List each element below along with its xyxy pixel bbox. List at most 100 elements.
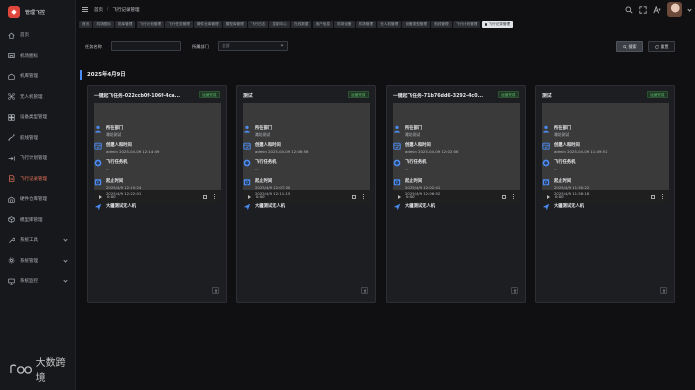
- more-icon[interactable]: [363, 194, 364, 199]
- tag-item[interactable]: 模型库管理: [222, 20, 247, 29]
- settings-icon: [8, 257, 15, 264]
- creator-icon: [393, 142, 401, 150]
- sidebar-item-10[interactable]: 系统工具: [0, 230, 75, 251]
- info-label: 起止时间: [405, 179, 423, 184]
- info-label: 创建人和时间: [255, 143, 281, 148]
- sidebar: ◆ 管理飞控 首页机场图标机库管理 无人机管理 设备类型管理航线管理飞行计划管理飞行…: [0, 0, 76, 390]
- record-card[interactable]: 测试 运营完成 0:00 所在部门 潍坊测试 创建人和时间 admin 2025-04-09…: [535, 85, 675, 303]
- sidebar-item-4[interactable]: 设备类型管理: [0, 107, 75, 128]
- fullscreen-icon[interactable]: [203, 194, 207, 199]
- info-value: 2025/4/9 12:07:30: [255, 185, 291, 190]
- department-icon: [393, 125, 401, 133]
- play-icon[interactable]: [99, 195, 102, 199]
- dept-select[interactable]: 全部: [218, 41, 288, 51]
- refresh-icon: [654, 44, 659, 49]
- delete-button[interactable]: [511, 287, 518, 294]
- tag-label: 模型库管理: [225, 21, 244, 26]
- tag-item[interactable]: 首页: [79, 20, 93, 29]
- info-value: 2025/4/9 12:06:52: [405, 191, 441, 196]
- info-value: --: [106, 166, 109, 171]
- task-name-input[interactable]: [111, 41, 181, 51]
- info-value: --: [255, 166, 258, 171]
- info-value: admin 2025-04-09 12:02:06: [405, 149, 459, 154]
- dept-label: 所属部门: [192, 44, 209, 49]
- info-value: 2025/4/9 11:56:18: [554, 191, 590, 196]
- tag-label: 机场管理: [358, 21, 374, 26]
- sidebar-item-6[interactable]: 飞行计划管理: [0, 148, 75, 169]
- sidebar-item-11[interactable]: 系统管理: [0, 251, 75, 272]
- tag-item[interactable]: 无人机管理: [377, 20, 402, 29]
- sidebar-item-label: 航线管理: [20, 135, 38, 141]
- route-icon: [8, 134, 15, 141]
- status-badge: 运营完成: [497, 91, 519, 98]
- tag-item[interactable]: 设备类型管理: [402, 20, 430, 29]
- tag-item[interactable]: 控制中心: [269, 20, 290, 29]
- delete-button[interactable]: [212, 287, 219, 294]
- info-value: --: [405, 166, 408, 171]
- record-card[interactable]: 一键起飞任务-71b76dd6-3292-4c0... 运营完成 0:00 所在部门潍…: [386, 85, 526, 303]
- play-icon[interactable]: [248, 195, 251, 199]
- sidebar-item-label: 首页: [20, 33, 29, 39]
- logo-text: 管理飞控: [25, 9, 46, 16]
- tag-item[interactable]: 飞行计划管理: [452, 20, 481, 29]
- delete-button[interactable]: [361, 287, 368, 294]
- trash-icon: [363, 288, 367, 293]
- info-label: 所在部门: [255, 126, 273, 131]
- sidebar-item-label: 机场图标: [20, 53, 38, 59]
- logo[interactable]: ◆ 管理飞控: [0, 0, 75, 20]
- more-icon[interactable]: [214, 194, 215, 199]
- hamburger-icon[interactable]: [82, 7, 88, 12]
- tag-item[interactable]: 在线数据: [291, 20, 312, 29]
- tag-item[interactable]: 机场管理: [355, 20, 377, 29]
- chevron-down-icon: [63, 278, 68, 283]
- tag-item[interactable]: 硬件仓库管理: [194, 20, 222, 29]
- creator-icon: [243, 142, 251, 150]
- search-button[interactable]: 搜索: [616, 41, 643, 52]
- plan-icon: [8, 155, 15, 162]
- sidebar-item-2[interactable]: 机库管理: [0, 66, 75, 87]
- delete-button[interactable]: [660, 287, 667, 294]
- sidebar-item-label: 飞行计划管理: [20, 156, 47, 162]
- tag-item[interactable]: 飞行记录管理: [481, 20, 514, 29]
- sidebar-item-9[interactable]: 模型库管理: [0, 210, 75, 231]
- tag-item[interactable]: 机场设备: [334, 20, 355, 29]
- sidebar-item-12[interactable]: 系统监控: [0, 271, 75, 292]
- tag-item[interactable]: 飞行日志: [247, 20, 269, 29]
- tag-label: 控制中心: [272, 21, 287, 26]
- more-icon[interactable]: [513, 194, 514, 199]
- tag-item[interactable]: 飞行计划管理: [136, 20, 165, 29]
- fullscreen-icon[interactable]: [352, 194, 356, 199]
- font-size-icon[interactable]: [653, 5, 661, 14]
- device-type-icon: [8, 114, 15, 121]
- sidebar-item-1[interactable]: 机场图标: [0, 46, 75, 67]
- tag-item[interactable]: 机场图标: [93, 20, 114, 29]
- tag-label: 飞行计划管理: [455, 21, 478, 26]
- drone-icon: [94, 159, 102, 167]
- play-icon[interactable]: [547, 195, 550, 199]
- more-icon[interactable]: [662, 194, 663, 199]
- chevron-down-icon[interactable]: [687, 7, 692, 12]
- sidebar-item-3[interactable]: 无人机管理: [0, 87, 75, 108]
- breadcrumb-home[interactable]: 首页: [94, 7, 103, 13]
- sidebar-item-7[interactable]: 飞行记录管理: [0, 169, 75, 190]
- avatar[interactable]: [667, 2, 682, 17]
- info-label: 起止时间: [554, 179, 572, 184]
- tag-label: 飞行计划管理: [139, 21, 162, 26]
- tag-item[interactable]: 飞行任务管理: [165, 20, 193, 29]
- info-label: 创建人和时间: [405, 143, 431, 148]
- tag-item[interactable]: 航线管理: [431, 20, 452, 29]
- fullscreen-icon[interactable]: [502, 194, 506, 199]
- fullscreen-icon[interactable]: [639, 5, 647, 14]
- record-card[interactable]: 一键起飞任务-022ccb0f-106f-4ca... 运营完成 0:00 所在部门潍…: [87, 85, 227, 303]
- info-value: 2025/4/9 12:15:24: [106, 185, 142, 190]
- search-icon[interactable]: [625, 6, 633, 14]
- reset-button[interactable]: 重置: [648, 41, 675, 52]
- tag-item[interactable]: 用户信息: [312, 20, 333, 29]
- sidebar-item-5[interactable]: 航线管理: [0, 128, 75, 149]
- sidebar-item-8[interactable]: 硬件仓库管理: [0, 189, 75, 210]
- sidebar-item-0[interactable]: 首页: [0, 25, 75, 46]
- fullscreen-icon[interactable]: [651, 194, 655, 199]
- play-icon[interactable]: [398, 195, 401, 199]
- tag-item[interactable]: 机库管理: [114, 20, 136, 29]
- record-card[interactable]: 测试 运营完成 0:00 所在部门 潍坊测试 创建人和时间 admin 2025-04-09…: [236, 85, 376, 303]
